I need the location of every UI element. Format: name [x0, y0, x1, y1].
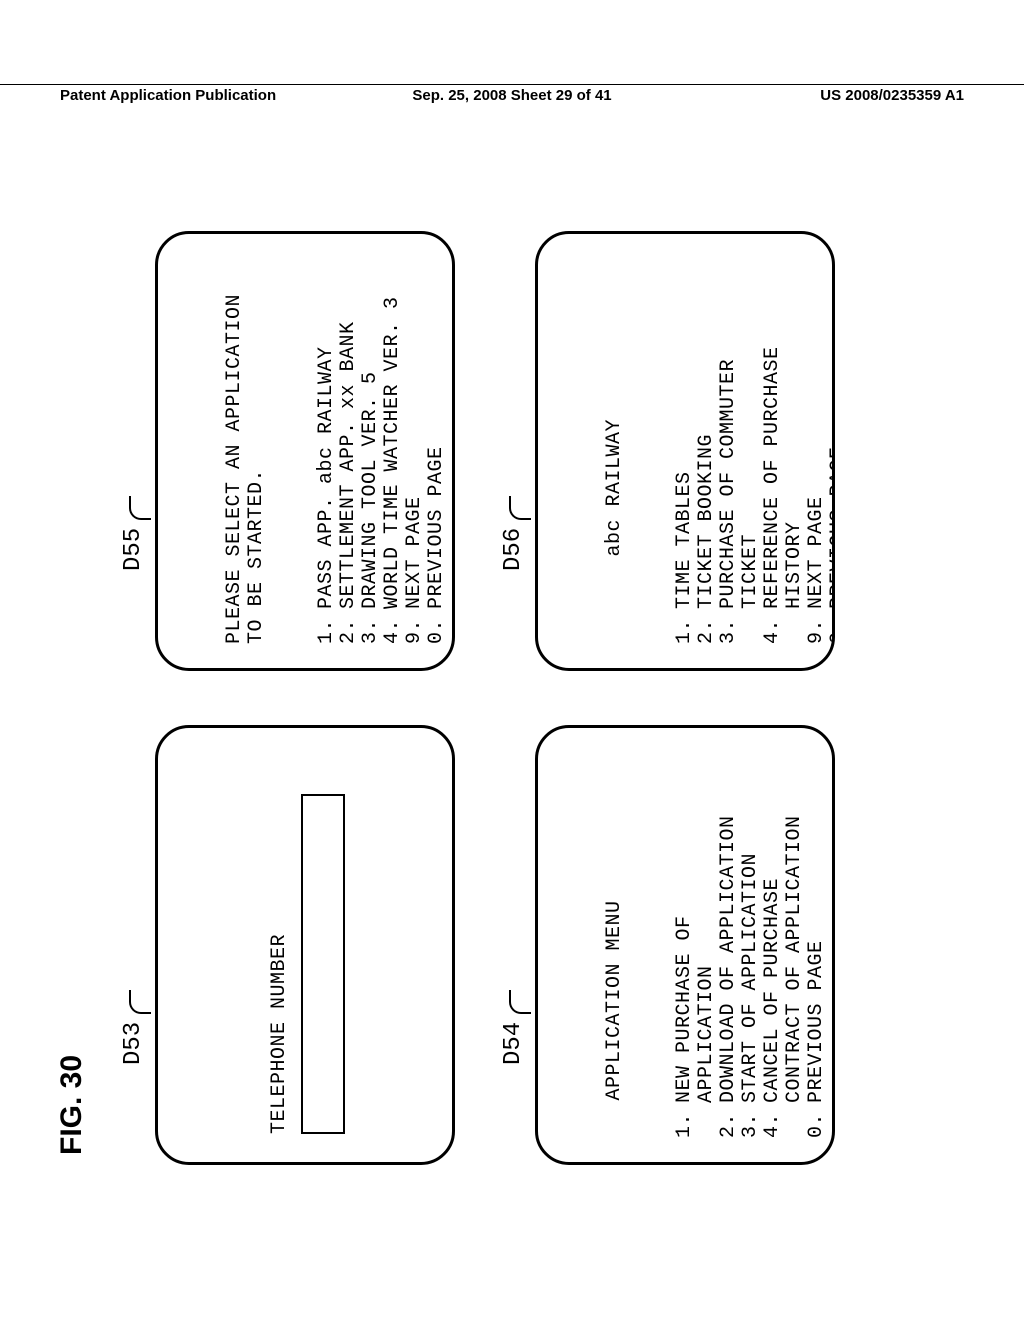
menu-item-text: TICKET BOOKING: [696, 346, 718, 609]
menu-item[interactable]: 2.DOWNLOAD OF APPLICATION: [718, 815, 740, 1138]
menu-item-number: 2.: [718, 1103, 740, 1138]
brace-icon: [129, 990, 151, 1014]
menu-item-text: DRAWING TOOL VER. 5: [360, 296, 382, 609]
menu-item[interactable]: 0.PREVIOUS PAGE: [426, 296, 448, 644]
screen-grid: D53 TELEPHONE NUMBER D55 PLEASE SELECT A…: [115, 225, 835, 1165]
menu-item-text: NEXT PAGE: [404, 296, 426, 609]
screen-d54: APPLICATION MENU 1.NEW PURCHASE OF APPLI…: [535, 725, 835, 1165]
menu-item[interactable]: 9.NEXT PAGE: [806, 346, 828, 644]
d55-title: PLEASE SELECT AN APPLICATION TO BE START…: [224, 254, 268, 644]
menu-item-text: DOWNLOAD OF APPLICATION: [718, 815, 740, 1103]
menu-item[interactable]: 0.PREVIOUS PAGE: [828, 346, 835, 644]
d55-menu: 1.PASS APP. abc RAILWAY2.SETTLEMENT APP.…: [316, 296, 448, 644]
menu-item[interactable]: 1.NEW PURCHASE OF APPLICATION: [674, 815, 718, 1138]
screen-d53: TELEPHONE NUMBER: [155, 725, 455, 1165]
menu-item[interactable]: 4.REFERENCE OF PURCHASE HISTORY: [762, 346, 806, 644]
menu-item-number: 1.: [674, 609, 696, 644]
menu-item[interactable]: 2.TICKET BOOKING: [696, 346, 718, 644]
figure-area: FIG. 30 D53 TELEPHONE NUMBER D55: [85, 325, 915, 1045]
menu-item-number: 4.: [762, 1103, 806, 1138]
menu-item[interactable]: 3.START OF APPLICATION: [740, 815, 762, 1138]
page-header: Patent Application Publication Sep. 25, …: [0, 84, 1024, 104]
menu-item-text: START OF APPLICATION: [740, 815, 762, 1103]
header-left: Patent Application Publication: [60, 87, 276, 104]
menu-item-text: PASS APP. abc RAILWAY: [316, 296, 338, 609]
menu-item-text: PREVIOUS PAGE: [426, 296, 448, 609]
header-right: US 2008/0235359 A1: [820, 87, 964, 104]
menu-item[interactable]: 1.PASS APP. abc RAILWAY: [316, 296, 338, 644]
d56-title: abc RAILWAY: [604, 254, 626, 644]
menu-item-text: TIME TABLES: [674, 346, 696, 609]
menu-item[interactable]: 9.NEXT PAGE: [404, 296, 426, 644]
brace-icon: [509, 496, 531, 520]
menu-item-text: WORLD TIME WATCHER VER. 3: [382, 296, 404, 609]
header-center: Sep. 25, 2008 Sheet 29 of 41: [412, 87, 611, 104]
menu-item-text: PURCHASE OF COMMUTER TICKET: [718, 346, 762, 609]
menu-item-number: 0.: [806, 1103, 828, 1138]
screen-d53-label-row: D53: [115, 719, 151, 1065]
menu-item-text: PREVIOUS PAGE: [806, 815, 828, 1103]
menu-item-number: 3.: [718, 609, 762, 644]
screen-d54-wrap: D54 APPLICATION MENU 1.NEW PURCHASE OF A…: [495, 719, 835, 1165]
screen-d53-wrap: D53 TELEPHONE NUMBER: [115, 719, 455, 1165]
page: Patent Application Publication Sep. 25, …: [0, 0, 1024, 1320]
menu-item-number: 4.: [382, 609, 404, 644]
d56-menu: 1.TIME TABLES2.TICKET BOOKING3.PURCHASE …: [674, 346, 835, 644]
menu-item[interactable]: 3.DRAWING TOOL VER. 5: [360, 296, 382, 644]
telephone-number-input[interactable]: [301, 794, 345, 1134]
screen-d55-label-row: D55: [115, 225, 151, 571]
screen-d56: abc RAILWAY 1.TIME TABLES2.TICKET BOOKIN…: [535, 231, 835, 671]
menu-item-number: 9.: [404, 609, 426, 644]
screen-d54-label-row: D54: [495, 719, 531, 1065]
d54-title: APPLICATION MENU: [604, 748, 626, 1138]
menu-item-number: 0.: [426, 609, 448, 644]
menu-item[interactable]: 4.CANCEL OF PURCHASE CONTRACT OF APPLICA…: [762, 815, 806, 1138]
menu-item-text: REFERENCE OF PURCHASE HISTORY: [762, 346, 806, 609]
telephone-number-label: TELEPHONE NUMBER: [269, 748, 291, 1134]
brace-icon: [509, 990, 531, 1014]
brace-icon: [129, 496, 151, 520]
screen-d56-label-row: D56: [495, 225, 531, 571]
menu-item-number: 3.: [360, 609, 382, 644]
screen-d55: PLEASE SELECT AN APPLICATION TO BE START…: [155, 231, 455, 671]
screen-d55-wrap: D55 PLEASE SELECT AN APPLICATION TO BE S…: [115, 225, 455, 671]
screen-d56-wrap: D56 abc RAILWAY 1.TIME TABLES2.TICKET BO…: [495, 225, 835, 671]
menu-item-text: NEW PURCHASE OF APPLICATION: [674, 815, 718, 1103]
menu-item-text: CANCEL OF PURCHASE CONTRACT OF APPLICATI…: [762, 815, 806, 1103]
figure-label: FIG. 30: [55, 1055, 89, 1155]
menu-item-text: SETTLEMENT APP. xx BANK: [338, 296, 360, 609]
menu-item-number: 1.: [316, 609, 338, 644]
menu-item-number: 2.: [338, 609, 360, 644]
menu-item-number: 9.: [806, 609, 828, 644]
menu-item[interactable]: 4.WORLD TIME WATCHER VER. 3: [382, 296, 404, 644]
menu-item-number: 3.: [740, 1103, 762, 1138]
menu-item[interactable]: 2.SETTLEMENT APP. xx BANK: [338, 296, 360, 644]
menu-item-number: 2.: [696, 609, 718, 644]
menu-item[interactable]: 0.PREVIOUS PAGE: [806, 815, 828, 1138]
menu-item-text: NEXT PAGE: [806, 346, 828, 609]
screen-d53-ref: D53: [120, 1022, 147, 1065]
d54-menu: 1.NEW PURCHASE OF APPLICATION2.DOWNLOAD …: [674, 815, 828, 1138]
menu-item-text: PREVIOUS PAGE: [828, 346, 835, 609]
screen-d54-ref: D54: [500, 1022, 527, 1065]
menu-item-number: 4.: [762, 609, 806, 644]
menu-item[interactable]: 1.TIME TABLES: [674, 346, 696, 644]
screen-d55-ref: D55: [120, 528, 147, 571]
screen-d56-ref: D56: [500, 528, 527, 571]
menu-item[interactable]: 3.PURCHASE OF COMMUTER TICKET: [718, 346, 762, 644]
menu-item-number: 0.: [828, 609, 835, 644]
menu-item-number: 1.: [674, 1103, 718, 1138]
